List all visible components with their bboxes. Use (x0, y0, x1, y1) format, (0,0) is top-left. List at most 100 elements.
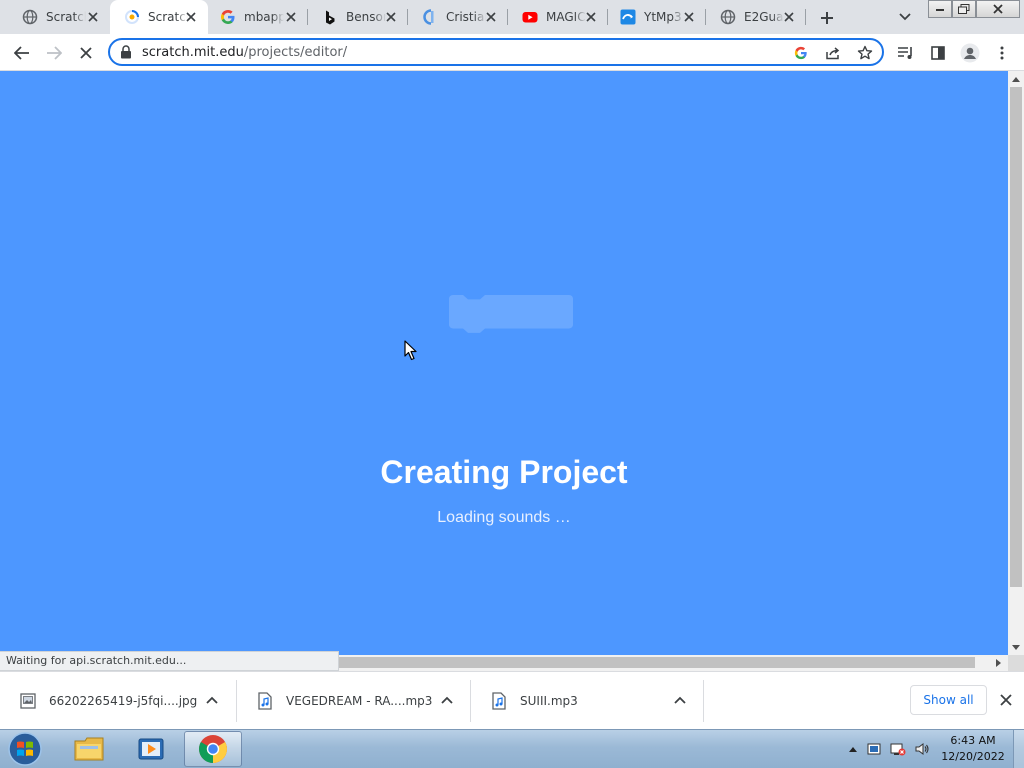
tab-close-icon[interactable] (682, 10, 696, 24)
taskbar-file-explorer[interactable] (60, 731, 118, 767)
tab-search-chevron-icon[interactable] (896, 9, 914, 25)
taskbar-clock[interactable]: 6:43 AM 12/20/2022 (938, 733, 1008, 765)
browser-toolbar: scratch.mit.edu/projects/editor/ (0, 34, 1024, 71)
windows-taskbar: 6:43 AM 12/20/2022 (0, 729, 1024, 768)
file-explorer-icon (74, 737, 104, 761)
tab-close-icon[interactable] (86, 10, 100, 24)
loading-icon (124, 9, 140, 25)
lock-icon[interactable] (120, 45, 132, 59)
taskbar-chrome[interactable] (184, 731, 242, 767)
back-arrow-icon[interactable] (10, 41, 34, 65)
globe-icon (22, 9, 38, 25)
tab-close-icon[interactable] (484, 10, 498, 24)
stop-loading-icon[interactable] (74, 41, 98, 65)
restore-button[interactable] (952, 0, 976, 18)
clock-date: 12/20/2022 (941, 750, 1005, 763)
download-filename: 66202265419-j5fqi....jpg (49, 693, 198, 708)
window-close-button[interactable] (976, 0, 1020, 18)
ytmp3-icon (620, 9, 636, 25)
scrollbar-thumb[interactable] (339, 657, 975, 668)
scroll-right-arrow-icon[interactable] (990, 655, 1006, 671)
scratch-loading-screen: Creating Project Loading sounds … (0, 71, 1008, 655)
clock-time: 6:43 AM (950, 734, 996, 747)
windows-orb-icon (8, 732, 42, 766)
chevron-up-icon[interactable] (673, 693, 687, 707)
show-desktop-button[interactable] (1013, 730, 1024, 768)
taskbar-media-player[interactable] (122, 731, 180, 767)
action-center-flag-icon[interactable] (866, 741, 882, 757)
tab-cristiano[interactable]: Cristiano (408, 0, 508, 34)
kebab-menu-icon[interactable] (990, 41, 1014, 65)
tab-mbappe[interactable]: mbappe (206, 0, 308, 34)
tab-title: Scratch (46, 10, 86, 24)
start-button[interactable] (5, 731, 45, 767)
tab-divider (805, 9, 806, 25)
tab-strip: Scratch Scratch mbappe Benson Cristiano (0, 0, 1024, 34)
forward-arrow-icon[interactable] (42, 41, 66, 65)
minimize-button[interactable] (928, 0, 952, 18)
tab-ytmp3[interactable]: YtMp3 (606, 0, 706, 34)
bing-b-icon (322, 9, 338, 25)
mouse-cursor-icon (404, 340, 417, 361)
network-disconnected-icon[interactable] (890, 741, 906, 757)
download-divider (703, 680, 704, 722)
chrome-icon (199, 735, 227, 763)
google-icon (220, 9, 236, 25)
tab-close-icon[interactable] (782, 10, 796, 24)
new-tab-plus-icon[interactable] (816, 7, 838, 29)
tray-overflow-chevron-icon[interactable] (845, 741, 861, 757)
scroll-down-arrow-icon[interactable] (1008, 639, 1024, 655)
download-filename: VEGEDREAM - RA....mp3 (286, 693, 433, 708)
tab-e2guardian[interactable]: E2Guardian (706, 0, 806, 34)
page-heading: Creating Project (380, 454, 628, 490)
globe-icon (720, 9, 736, 25)
media-control-icon[interactable] (894, 41, 918, 65)
media-player-icon (138, 738, 164, 760)
google-lens-icon[interactable] (792, 44, 810, 62)
share-icon[interactable] (824, 44, 842, 62)
tab-title: Scratch (148, 10, 188, 24)
download-item[interactable]: 66202265419-j5fqi....jpg (0, 672, 237, 729)
tab-title: mbappe (244, 10, 284, 24)
tab-close-icon[interactable] (284, 10, 298, 24)
scrollbar-thumb[interactable] (1010, 87, 1022, 587)
tab-scratch-1[interactable]: Scratch (8, 0, 110, 34)
scroll-up-arrow-icon[interactable] (1008, 71, 1024, 87)
tab-magic[interactable]: MAGIC (508, 0, 608, 34)
scratch-block-icon (449, 295, 573, 333)
tab-title: Cristiano (446, 10, 486, 24)
download-item[interactable]: SUIII.mp3 (471, 672, 704, 729)
blue-c-icon (422, 9, 438, 25)
loading-status-text: Loading sounds … (437, 509, 571, 526)
chevron-up-icon[interactable] (205, 693, 219, 707)
tab-benson[interactable]: Benson (308, 0, 408, 34)
show-all-button[interactable]: Show all (910, 685, 987, 715)
scrollbar-corner (1008, 655, 1024, 671)
tab-close-icon[interactable] (584, 10, 598, 24)
tab-close-icon[interactable] (184, 10, 198, 24)
vertical-scrollbar[interactable] (1008, 71, 1024, 655)
status-bubble: Waiting for api.scratch.mit.edu... (0, 651, 339, 671)
tab-title: E2Guardian (744, 10, 784, 24)
audio-file-icon (258, 691, 272, 710)
url-path: /projects/editor/ (243, 45, 348, 60)
url-domain: scratch.mit.edu (142, 45, 244, 60)
tab-close-icon[interactable] (384, 10, 398, 24)
close-icon[interactable] (997, 691, 1015, 709)
tab-title: YtMp3 (644, 10, 682, 24)
youtube-icon (522, 9, 538, 25)
tab-scratch-active[interactable]: Scratch (110, 0, 208, 34)
address-url[interactable]: scratch.mit.edu/projects/editor/ (142, 45, 347, 60)
tab-title: MAGIC (546, 10, 586, 24)
audio-file-icon (492, 691, 506, 710)
image-file-icon (20, 692, 36, 709)
side-panel-icon[interactable] (926, 41, 950, 65)
download-filename: SUIII.mp3 (520, 693, 578, 708)
chevron-up-icon[interactable] (440, 693, 454, 707)
volume-speaker-icon[interactable] (914, 741, 930, 757)
profile-avatar-icon[interactable] (958, 41, 982, 65)
bookmark-star-icon[interactable] (856, 44, 874, 62)
download-shelf: 66202265419-j5fqi....jpg VEGEDREAM - RA.… (0, 671, 1024, 729)
address-bar[interactable]: scratch.mit.edu/projects/editor/ (108, 38, 884, 66)
download-item[interactable]: VEGEDREAM - RA....mp3 (237, 672, 471, 729)
